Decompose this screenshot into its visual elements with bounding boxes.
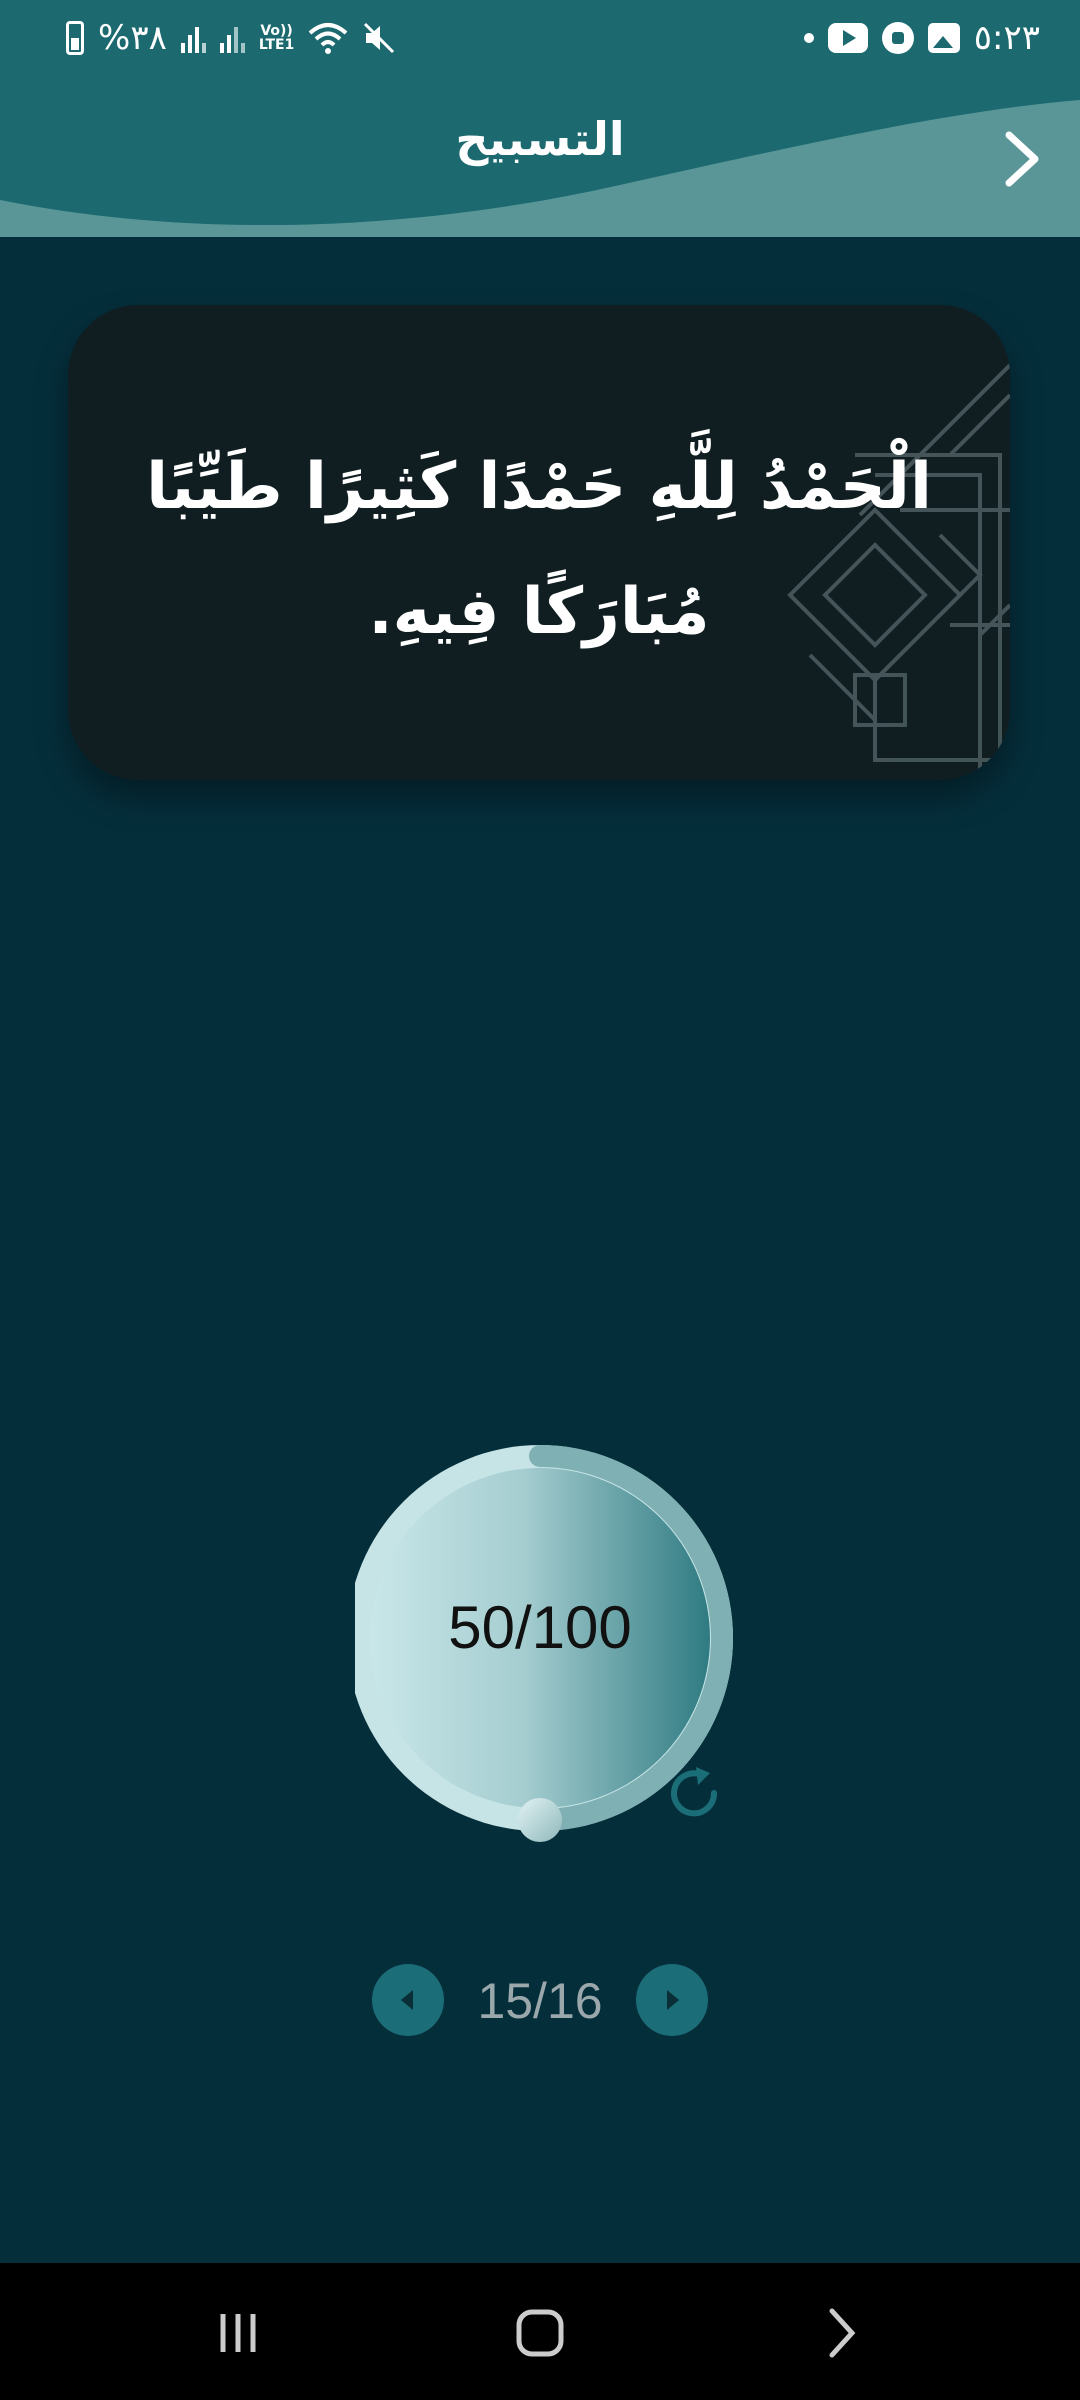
home-button[interactable] bbox=[500, 2303, 580, 2363]
page-title: التسبيح bbox=[455, 112, 625, 166]
gallery-icon bbox=[927, 23, 960, 53]
battery-text: %٣٨ bbox=[98, 18, 167, 58]
page-indicator: 15/16 bbox=[477, 1973, 603, 2029]
system-nav-bar bbox=[0, 2263, 1080, 2400]
lte-icon: Vo)) LTE1 bbox=[258, 23, 295, 53]
youtube-icon bbox=[827, 23, 868, 53]
football-icon bbox=[881, 22, 914, 54]
dhikr-pager: 15/16 bbox=[372, 1964, 708, 2040]
dhikr-card: الْحَمْدُ لِلَّهِ حَمْدًا كَثِيرًا طَيِّ… bbox=[68, 305, 1010, 780]
triangle-left-icon bbox=[401, 1990, 413, 2010]
dhikr-text: الْحَمْدُ لِلَّهِ حَمْدًا كَثِيرًا طَيِّ… bbox=[146, 450, 932, 649]
next-button[interactable] bbox=[636, 1964, 708, 2036]
recent-apps-icon bbox=[220, 2314, 256, 2352]
back-button[interactable] bbox=[988, 124, 1058, 194]
signal-icon bbox=[180, 23, 206, 53]
wifi-icon bbox=[308, 21, 348, 55]
triangle-right-icon bbox=[667, 1990, 679, 2010]
notification-dot-icon bbox=[803, 33, 814, 43]
reset-button[interactable] bbox=[664, 1763, 724, 1823]
counter-knob[interactable] bbox=[518, 1798, 562, 1842]
count-display: 50/100 bbox=[448, 1594, 632, 1661]
refresh-icon bbox=[671, 1767, 718, 1817]
home-icon bbox=[516, 2309, 564, 2357]
back-nav-button[interactable] bbox=[802, 2303, 882, 2363]
app-header: %٣٨ Vo)) LTE1 ٥:٢٣ التسبيح bbox=[0, 0, 1080, 237]
recent-apps-button[interactable] bbox=[198, 2303, 278, 2363]
mute-icon bbox=[362, 21, 396, 55]
signal-icon-2 bbox=[219, 23, 245, 53]
tasbih-counter[interactable]: 50/100 bbox=[355, 1433, 745, 1843]
previous-button[interactable] bbox=[372, 1964, 444, 2036]
chevron-right-icon bbox=[829, 2308, 856, 2358]
chevron-right-icon bbox=[1005, 131, 1039, 187]
status-bar: %٣٨ Vo)) LTE1 ٥:٢٣ bbox=[0, 0, 1080, 80]
clock: ٥:٢٣ bbox=[973, 18, 1040, 58]
battery-icon bbox=[66, 21, 84, 55]
